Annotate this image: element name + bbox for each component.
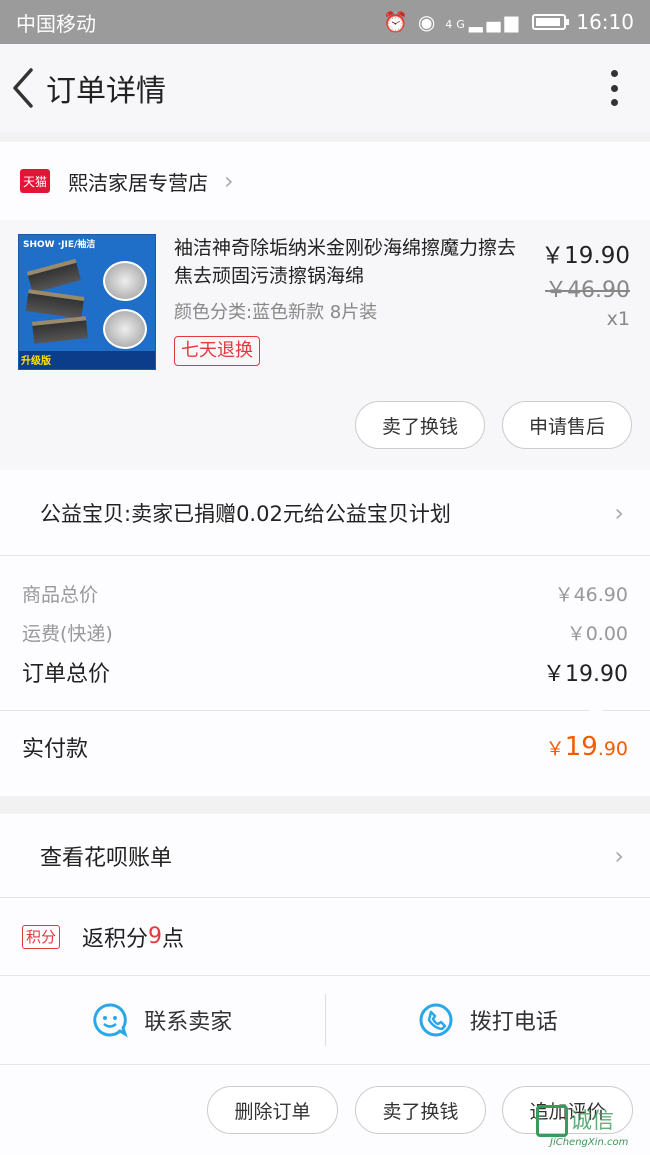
return-policy-badge: 七天退换	[174, 336, 260, 366]
order-total-label: 订单总价	[22, 662, 111, 687]
goods-total-label: 商品总价	[22, 584, 99, 606]
points-value: 9	[148, 924, 163, 949]
sell-for-cash-button[interactable]: 卖了换钱	[355, 401, 485, 449]
page-title: 订单详情	[46, 74, 166, 109]
order-total-value: ￥19.90	[543, 662, 628, 687]
order-total-row: 订单总价 ￥19.90	[22, 656, 628, 688]
product-image-brand: SHOW ·JIE/袖洁	[23, 240, 96, 250]
carrier: 中国移动	[16, 11, 96, 36]
clock: 16:10	[576, 10, 634, 34]
chevron-right-icon: ›	[614, 498, 624, 527]
points-prefix: 返积分	[82, 926, 149, 952]
points-suffix: 点	[162, 926, 185, 952]
more-menu-button[interactable]	[608, 70, 620, 106]
product-quantity: x1	[606, 308, 630, 330]
eye-icon: ◉	[417, 10, 436, 34]
points-badge: 积分	[22, 924, 61, 949]
charity-text: 公益宝贝:卖家已捐赠0.02元给公益宝贝计划	[40, 501, 451, 526]
contact-seller-label: 联系卖家	[144, 1010, 233, 1035]
watermark-logo: 诚信 JiChengXin.com	[536, 1103, 648, 1151]
shipping-row: 运费(快递) ￥0.00	[22, 619, 628, 646]
sell-for-cash-button-bottom[interactable]: 卖了换钱	[355, 1086, 486, 1134]
contact-seller-button[interactable]: 联系卖家	[0, 976, 325, 1064]
original-price: ￥46.90	[545, 278, 630, 303]
shipping-value: ￥0.00	[566, 623, 628, 645]
battery-icon	[532, 14, 570, 30]
alarm-icon: ⏰	[382, 10, 408, 34]
product-title[interactable]: 袖洁神奇除垢纳米金刚砂海绵擦魔力擦去焦去顽固污渍擦锅海绵	[174, 234, 524, 290]
goods-total-row: 商品总价 ￥46.90	[22, 580, 628, 607]
shop-name: 熙洁家居专营店	[68, 170, 208, 195]
paid-currency: ￥	[545, 738, 565, 760]
product-spec: 颜色分类:蓝色新款 8片装	[174, 302, 378, 323]
product-image-upgrade: 升级版	[21, 356, 51, 367]
delete-order-button[interactable]: 删除订单	[207, 1086, 338, 1134]
chevron-right-icon: ›	[224, 167, 234, 195]
paid-amount: ￥19.90	[546, 732, 628, 762]
call-phone-button[interactable]: 拨打电话	[326, 976, 650, 1064]
product-image[interactable]: SHOW ·JIE/袖洁 升级版	[18, 234, 156, 370]
paid-label: 实付款	[22, 737, 89, 762]
chevron-right-icon: ›	[614, 841, 624, 870]
apply-aftersale-button[interactable]: 申请售后	[502, 401, 632, 449]
watermark-sub: JiChengXin.com	[550, 1137, 629, 1148]
back-icon	[13, 68, 33, 108]
contact-bar: 联系卖家 拨打电话	[0, 976, 650, 1064]
phone-icon	[419, 1003, 453, 1037]
chat-icon	[93, 1003, 128, 1038]
nav-bar: 订单详情	[0, 44, 650, 132]
points-row: 积分 返积分 9 点	[0, 898, 650, 976]
shipping-label: 运费(快递)	[22, 623, 113, 645]
paid-decimal: .90	[597, 738, 628, 760]
charity-row[interactable]: 公益宝贝:卖家已捐赠0.02元给公益宝贝计划 ›	[0, 470, 650, 556]
huabei-label: 查看花呗账单	[40, 845, 173, 871]
product-card[interactable]: SHOW ·JIE/袖洁 升级版 袖洁神奇除垢纳米金刚砂海绵擦魔力擦去焦去顽固污…	[0, 220, 650, 470]
back-button[interactable]	[0, 44, 46, 132]
paid-row: 实付款 ￥19.90	[22, 731, 628, 763]
shop-row[interactable]: 天猫 熙洁家居专营店 ›	[0, 142, 650, 220]
tmall-badge: 天猫	[20, 169, 50, 193]
product-price: ￥19.90	[541, 243, 630, 269]
status-bar: 中国移动 ⏰ ◉ 4G▂▄▆ 16:10	[0, 0, 650, 44]
notch	[586, 704, 606, 714]
signal-icon: 4G▂▄▆	[445, 11, 523, 33]
paid-integer: 19	[564, 732, 598, 762]
call-phone-label: 拨打电话	[469, 1010, 558, 1035]
watermark-main: 诚信	[570, 1109, 615, 1134]
price-summary: 商品总价 ￥46.90 运费(快递) ￥0.00 订单总价 ￥19.90 实付款…	[0, 556, 650, 796]
bottom-action-bar: 删除订单 卖了换钱 追加评价 诚信 JiChengXin.com	[0, 1064, 650, 1155]
huabei-bill-row[interactable]: 查看花呗账单 ›	[0, 814, 650, 898]
divider	[0, 710, 650, 711]
goods-total-value: ￥46.90	[554, 584, 628, 606]
